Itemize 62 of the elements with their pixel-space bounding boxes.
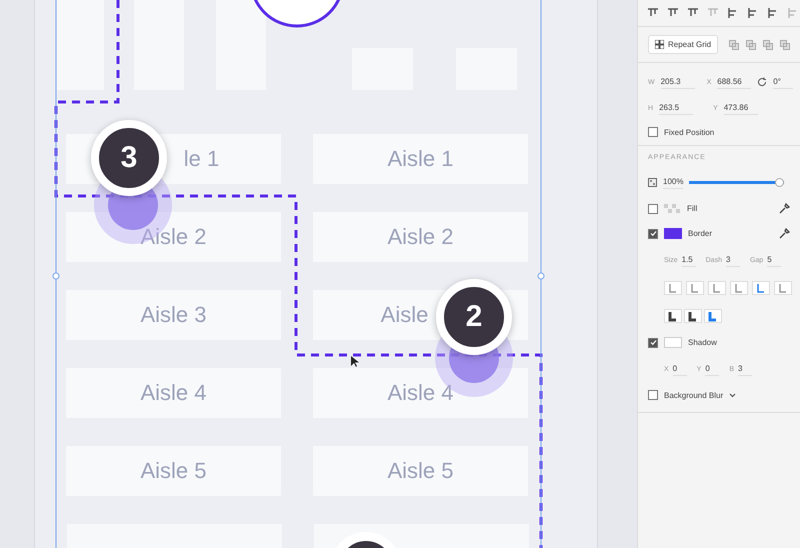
boolean-icon[interactable] [729,40,739,50]
rotate-icon[interactable] [757,77,768,87]
height-field[interactable]: 263.5 [659,101,694,115]
shadow-field[interactable]: 0 [705,362,720,376]
grid-icon [655,40,664,49]
eyedropper-icon[interactable] [779,228,790,239]
shadow-swatch[interactable] [664,337,682,348]
checkbox[interactable] [648,204,658,214]
opacity-icon [648,178,657,186]
align-icon[interactable] [688,8,698,18]
border-label: Border [688,229,714,238]
stroke-align-icon[interactable] [686,281,704,295]
checkbox[interactable] [648,228,658,238]
stroke-align-icon[interactable] [730,281,748,295]
boolean-icon[interactable] [746,40,756,50]
transparent-swatch-icon[interactable] [664,204,681,213]
stroke-join-icon[interactable] [664,309,682,323]
checkbox-label: Fixed Position [664,128,714,136]
stroke-align-icon[interactable] [708,281,726,295]
fill-label: Fill [687,204,698,213]
aisle-label: Aisle 4 [387,380,454,406]
boolean-icon[interactable] [763,40,773,50]
aisle-label: Aisle 2 [140,224,207,250]
align-icon[interactable] [728,8,738,18]
shadow-label: Shadow [688,338,717,347]
blur-label: Background Blur [664,390,724,400]
shadow-field[interactable]: 0 [672,362,687,376]
boolean-icon[interactable] [780,40,790,50]
align-icon[interactable] [748,8,758,18]
align-icon[interactable] [668,8,678,18]
aisle-label: Aisle 2 [387,224,454,250]
eyedropper-icon[interactable] [779,203,790,214]
stroke-align-icon[interactable] [752,281,770,295]
color-swatch[interactable] [664,228,682,239]
slider-thumb[interactable] [775,178,784,186]
chevron-down-icon[interactable] [729,392,736,398]
opacity-field[interactable]: 100% [663,175,684,189]
aisle-label: Aisle 1 [387,146,454,172]
x-field[interactable]: 688.56 [717,75,752,89]
y-field[interactable]: 473.86 [724,101,758,115]
align-icon[interactable] [648,8,658,18]
aisle-label: Aisle 4 [140,380,207,406]
border-field[interactable]: 1.5 [682,253,696,267]
rotation-field[interactable]: 0° [773,75,794,89]
repeat-grid-button[interactable]: Repeat Grid [648,35,718,54]
aisle-label: Aisle 5 [387,458,454,484]
aisle-label: Aisle 5 [140,458,207,484]
checkbox[interactable] [648,127,658,137]
checkbox[interactable] [648,338,658,348]
shadow-field[interactable]: 3 [738,362,752,376]
align-icon[interactable] [768,8,778,18]
width-field[interactable]: 205.3 [660,75,695,89]
cursor-icon [351,356,359,368]
stroke-align-icon[interactable] [774,281,792,295]
aisle-label: le 1 [184,146,220,172]
stroke-align-icon[interactable] [664,281,682,295]
stroke-join-icon[interactable] [684,309,702,323]
aisle-label: Aisle [380,302,428,328]
border-field[interactable]: 3 [726,253,740,267]
border-field[interactable]: 5 [767,253,782,267]
aisle-label: Aisle 3 [140,302,207,328]
checkbox[interactable] [648,390,658,400]
